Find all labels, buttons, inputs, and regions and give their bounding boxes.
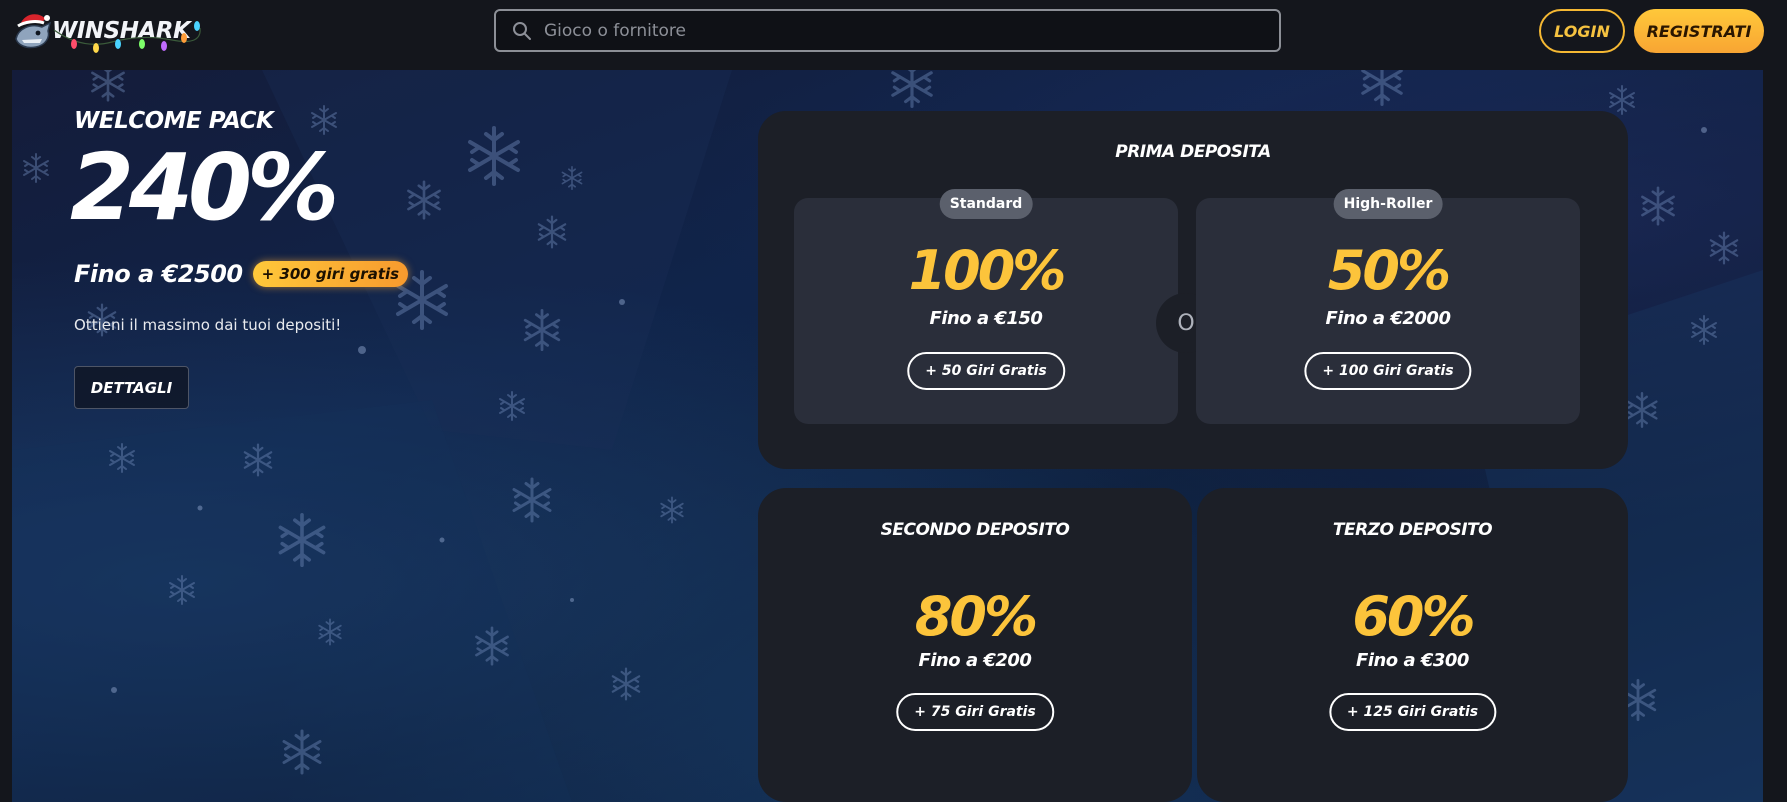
search-bar[interactable]: [494, 9, 1281, 52]
third-deposit-panel: TERZO DEPOSITO 60% Fino a €300 + 125 Gir…: [1197, 488, 1628, 802]
welcome-pack-subtitle: Ottieni il massimo dai tuoi depositi!: [74, 316, 342, 334]
search-icon: [513, 21, 531, 40]
free-spins-badge: + 300 giri gratis: [252, 261, 409, 287]
second-deposit-max-amount: Fino a €200: [918, 650, 1032, 671]
standard-badge: Standard: [939, 189, 1033, 219]
high-roller-percent: 50%: [1327, 239, 1451, 302]
first-deposit-panel: PRIMA DEPOSITA Standard 100% Fino a €150…: [758, 111, 1628, 469]
third-deposit-max-amount: Fino a €300: [1356, 650, 1469, 671]
high-roller-badge: High-Roller: [1333, 189, 1443, 219]
welcome-pack-title: WELCOME PACK: [74, 108, 274, 134]
third-deposit-percent: 60%: [1352, 585, 1475, 648]
welcome-pack-amount: Fino a €2500 + 300 giri gratis: [74, 260, 409, 288]
high-roller-free-spins-button[interactable]: + 100 Giri Gratis: [1304, 352, 1472, 390]
search-input[interactable]: [544, 20, 1244, 41]
welcome-pack-max-amount: Fino a €2500: [74, 260, 243, 288]
standard-max-amount: Fino a €150: [929, 308, 1043, 329]
login-button[interactable]: LOGIN: [1539, 9, 1625, 53]
brand-logo[interactable]: WINSHARK: [12, 6, 201, 56]
high-roller-option-card[interactable]: High-Roller 50% Fino a €2000 + 100 Giri …: [1196, 189, 1580, 424]
welcome-pack-hero: WELCOME PACK 240% Fino a €2500 + 300 gir…: [12, 70, 1763, 802]
second-deposit-percent: 80%: [914, 585, 1038, 648]
standard-percent: 100%: [908, 239, 1067, 302]
high-roller-max-amount: Fino a €2000: [1325, 308, 1451, 329]
shark-santa-icon: [15, 14, 52, 49]
welcome-pack-percent: 240%: [70, 134, 339, 241]
standard-free-spins-button[interactable]: + 50 Giri Gratis: [907, 352, 1065, 390]
details-button[interactable]: DETTAGLI: [74, 366, 189, 409]
second-deposit-panel: SECONDO DEPOSITO 80% Fino a €200 + 75 Gi…: [758, 488, 1192, 802]
standard-option-card[interactable]: Standard 100% Fino a €150 + 50 Giri Grat…: [794, 189, 1178, 424]
second-deposit-title: SECONDO DEPOSITO: [880, 520, 1070, 540]
second-deposit-free-spins-button[interactable]: + 75 Giri Gratis: [896, 693, 1054, 731]
register-button[interactable]: REGISTRATI: [1634, 9, 1764, 53]
first-deposit-title: PRIMA DEPOSITA: [1115, 142, 1271, 162]
third-deposit-free-spins-button[interactable]: + 125 Giri Gratis: [1328, 693, 1497, 731]
third-deposit-title: TERZO DEPOSITO: [1332, 520, 1493, 540]
top-header: WINSHARK LOGIN REGISTRATI: [0, 0, 1787, 62]
brand-wordmark: WINSHARK: [52, 18, 191, 44]
